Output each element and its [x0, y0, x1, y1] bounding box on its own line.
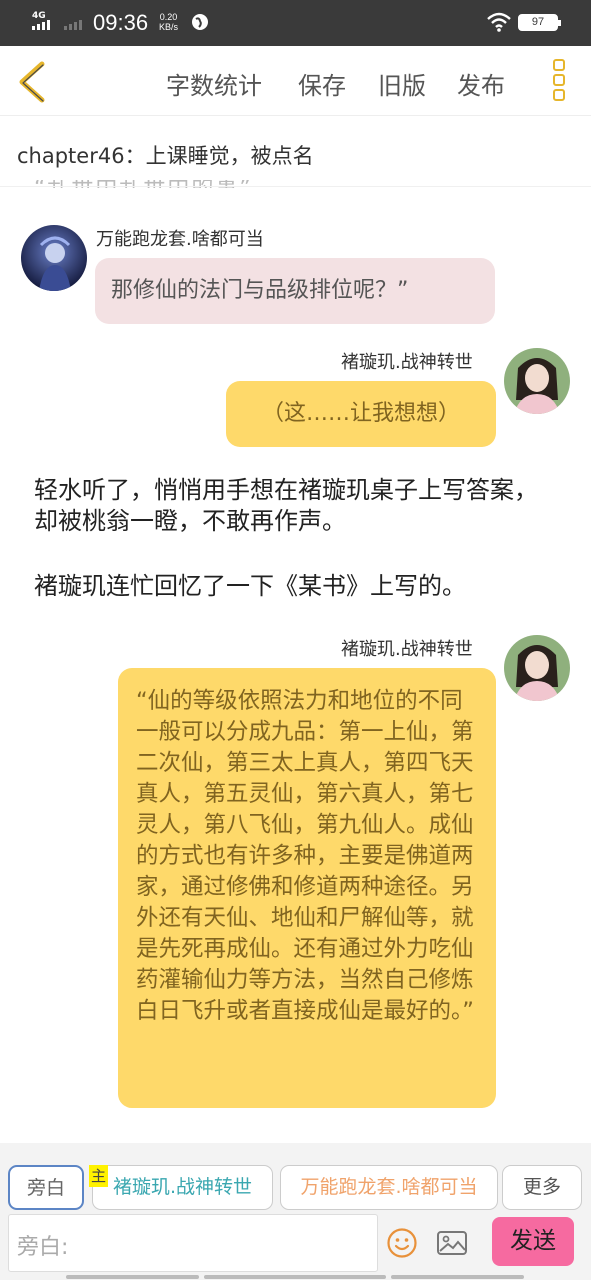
nav-indicator: [391, 1275, 524, 1279]
avatar-main-character[interactable]: [504, 635, 570, 701]
back-icon[interactable]: [14, 60, 50, 104]
nav-indicator: [66, 1275, 199, 1279]
clock: 09:36: [93, 10, 149, 35]
message-bubble[interactable]: （这……让我想想）: [226, 381, 496, 447]
speaker-name: 褚璇玑.战神转世: [341, 639, 473, 660]
wifi-icon: [487, 12, 511, 32]
speaker-name: 褚璇玑.战神转世: [341, 352, 473, 373]
main-role-tag: 主: [89, 1165, 108, 1187]
signal-icon: [32, 20, 50, 30]
battery-indicator: 97: [518, 14, 561, 31]
send-button[interactable]: 发送: [492, 1217, 574, 1266]
emoji-icon[interactable]: [386, 1227, 418, 1259]
narration-text[interactable]: 褚璇玑连忙回忆了一下《某书》上写的。: [34, 571, 554, 602]
image-icon[interactable]: [436, 1229, 468, 1257]
word-count-button[interactable]: 字数统计: [166, 66, 262, 101]
nav-indicator: [204, 1275, 386, 1279]
message-bubble[interactable]: 那修仙的法门与品级排位呢？”: [95, 258, 495, 324]
narration-text[interactable]: 轻水听了，悄悄用手想在褚璇玑桌子上写答案，却被桃翁一瞪，不敢再作声。: [34, 475, 554, 537]
message-bubble[interactable]: “仙的等级依照法力和地位的不同一般可以分成九品：第一上仙，第二次仙，第三太上真人…: [118, 668, 496, 1108]
role-more-button[interactable]: 更多: [502, 1165, 582, 1210]
chapter-title: chapter46：上课睡觉，被点名: [17, 144, 314, 168]
avatar-main-character[interactable]: [504, 348, 570, 414]
network-speed: 0.20 KB/s: [159, 12, 178, 32]
message-input[interactable]: 旁白:: [8, 1214, 378, 1272]
globe-icon: [192, 14, 208, 30]
publish-button[interactable]: 发布: [457, 66, 505, 101]
save-button[interactable]: 保存: [298, 66, 346, 101]
old-version-button[interactable]: 旧版: [378, 66, 426, 101]
role-main-button[interactable]: 褚璇玑.战神转世: [92, 1165, 273, 1210]
speaker-name: 万能跑龙套.啥都可当: [96, 229, 264, 250]
status-bar: 4G 09:36 0.20 KB/s 97: [0, 0, 591, 46]
role-support-button[interactable]: 万能跑龙套.啥都可当: [280, 1165, 498, 1210]
speed-unit: KB/s: [159, 22, 179, 32]
signal-icon-secondary: [64, 20, 82, 30]
speed-value: 0.20: [159, 12, 178, 22]
more-menu-icon[interactable]: [549, 59, 569, 105]
avatar-support-character[interactable]: [21, 225, 87, 291]
editor-toolbar: 字数统计 保存 旧版 发布: [0, 46, 591, 116]
role-narration-button[interactable]: 旁白: [8, 1165, 84, 1210]
divider: [0, 186, 591, 187]
